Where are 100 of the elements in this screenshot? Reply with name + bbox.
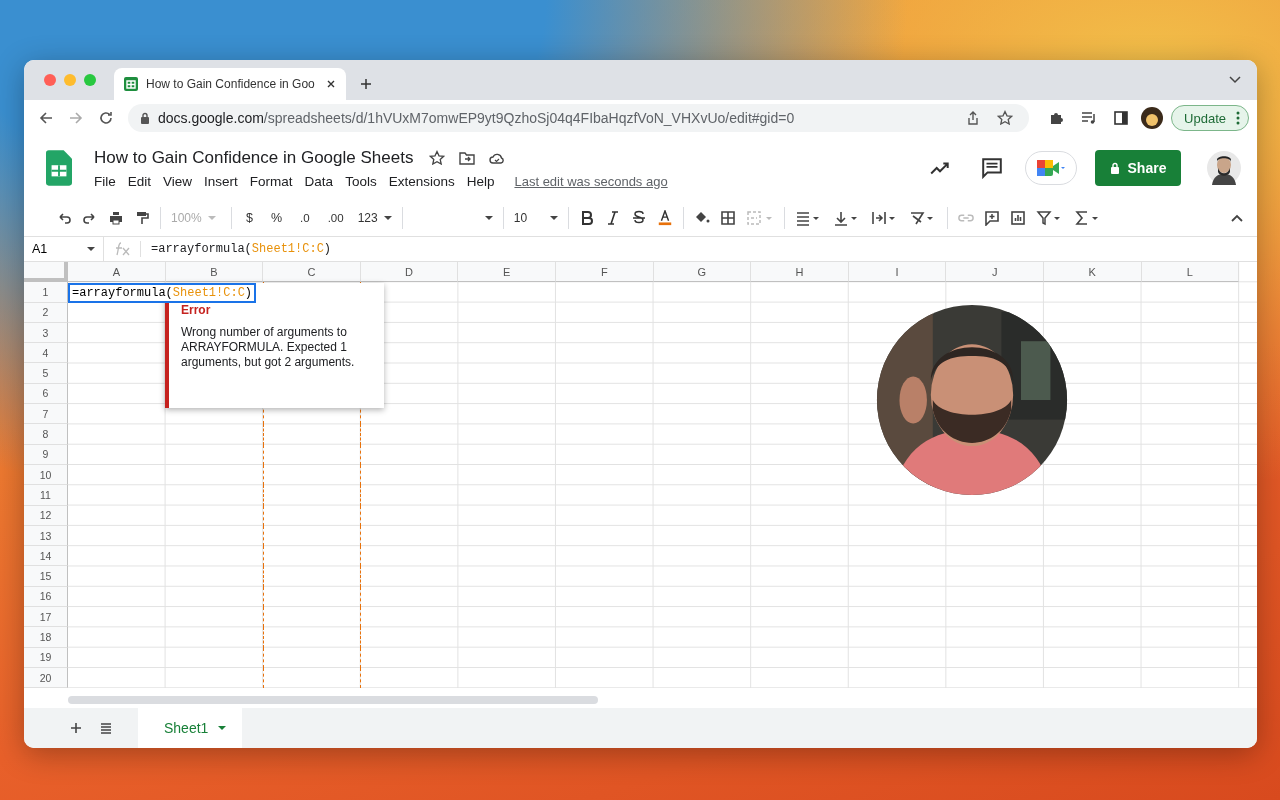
star-icon[interactable] [429, 149, 446, 166]
sheet-tab[interactable]: Sheet1 [138, 708, 243, 748]
row-header[interactable]: 17 [24, 607, 68, 628]
menu-item[interactable]: Format [249, 173, 293, 189]
row-header[interactable]: 6 [24, 383, 68, 405]
menu-item[interactable]: View [163, 173, 193, 189]
row-header[interactable]: 4 [24, 343, 68, 364]
text-color-icon[interactable] [656, 210, 673, 226]
lock-icon [140, 112, 150, 124]
add-sheet-icon[interactable] [70, 722, 82, 734]
menu-item[interactable]: Insert [204, 173, 238, 189]
video-camera-icon [1036, 158, 1066, 178]
row-header[interactable]: 14 [24, 546, 68, 567]
number-format-select[interactable]: 123 [357, 211, 392, 225]
column-header[interactable]: F [555, 262, 654, 283]
puzzle-icon[interactable] [1049, 110, 1066, 126]
column-header[interactable]: L [1141, 262, 1240, 283]
reload-icon[interactable] [98, 110, 114, 126]
star-icon[interactable] [997, 110, 1014, 126]
caret-icon [207, 216, 216, 220]
row-header[interactable]: 12 [24, 505, 68, 526]
more-icon [1236, 111, 1240, 125]
browser-tab[interactable]: How to Gain Confidence in Goo [114, 68, 346, 100]
paint-format-icon[interactable] [134, 210, 150, 226]
back-icon[interactable] [38, 110, 54, 126]
increase-decimals-button[interactable]: .00 [323, 212, 348, 224]
decrease-decimals-button[interactable]: .0 [296, 212, 314, 224]
print-icon[interactable] [108, 210, 124, 226]
update-button[interactable]: Update [1171, 105, 1249, 131]
column-header[interactable]: J [946, 262, 1044, 283]
folder-icon[interactable] [459, 149, 476, 166]
side-panel-icon[interactable] [1113, 110, 1130, 126]
menu-item[interactable]: File [94, 173, 116, 189]
row-header[interactable]: 9 [24, 444, 68, 465]
row-header[interactable]: 7 [24, 404, 68, 425]
column-header[interactable]: A [68, 262, 166, 283]
media-icon[interactable] [1081, 110, 1098, 126]
column-header[interactable]: B [165, 262, 264, 283]
column-header[interactable]: K [1043, 262, 1142, 283]
all-sheets-icon[interactable] [100, 722, 112, 734]
redo-icon[interactable] [82, 210, 98, 226]
row-header[interactable]: 20 [24, 667, 68, 689]
column-header[interactable]: G [653, 262, 752, 283]
row-header[interactable]: 16 [24, 586, 68, 608]
caret-icon [218, 726, 227, 730]
menu-item[interactable]: Tools [345, 173, 377, 189]
caret-icon [549, 216, 558, 220]
row-header[interactable]: 8 [24, 424, 68, 445]
close-icon[interactable] [326, 79, 336, 89]
column-header[interactable]: H [751, 262, 849, 283]
tab-title: How to Gain Confidence in Goo [146, 77, 316, 91]
new-tab-icon[interactable] [360, 78, 372, 90]
cell-editor[interactable]: =arrayformula(Sheet1!C:C) [68, 283, 257, 303]
profile-avatar-icon[interactable] [1141, 107, 1164, 129]
comment-icon[interactable] [981, 157, 1003, 179]
column-header[interactable]: I [848, 262, 947, 283]
percent-format-button[interactable]: % [266, 211, 287, 225]
caret-icon [484, 216, 493, 220]
column-header[interactable]: E [458, 262, 556, 283]
row-header[interactable]: 19 [24, 647, 68, 668]
row-header[interactable]: 3 [24, 322, 68, 344]
chart-icon[interactable] [1009, 210, 1026, 226]
row-header[interactable]: 18 [24, 627, 68, 648]
column-header[interactable]: C [263, 262, 361, 283]
strikethrough-icon[interactable] [630, 210, 647, 226]
share-button[interactable]: Share [1095, 150, 1181, 186]
column-header[interactable]: D [360, 262, 459, 283]
sheets-logo-icon [46, 150, 72, 186]
menu-item[interactable]: Extensions [388, 173, 455, 189]
meet-button[interactable] [1025, 151, 1077, 185]
error-title: Error [181, 303, 212, 317]
caret-icon [87, 247, 95, 251]
address-bar[interactable]: docs.google.com/spreadsheets/d/1hVUxM7omwEP9yt9QzhoSj04q4FIbaHqzfVoN_VHXvUo/edit#gid=0 [128, 104, 1030, 132]
sheets-icon [124, 77, 138, 91]
insert-comment-icon[interactable] [983, 210, 1000, 226]
undo-icon[interactable] [56, 210, 72, 226]
row-header[interactable]: 11 [24, 485, 68, 506]
user-avatar-icon[interactable] [1207, 151, 1241, 185]
menu-item[interactable]: Help [466, 173, 495, 189]
row-header[interactable]: 5 [24, 363, 68, 384]
currency-format-button[interactable]: $ [242, 211, 257, 225]
lock-icon [1109, 162, 1120, 174]
last-edit-link[interactable]: Last edit was seconds ago [514, 173, 668, 189]
row-header[interactable]: 1 [24, 282, 68, 303]
error-message: Wrong number of arguments to ARRAYFORMULA. Expected 1 arguments, but got 2 arguments. [181, 325, 356, 370]
formula-input[interactable]: =arrayformula(Sheet1!C:C) [151, 242, 332, 256]
url-text: docs.google.com/spreadsheets/d/1hVUxM7omwEP9yt9QzhoSj04q4FIbaHqzfVoN_VHXvUo/edit#gid=0 [158, 110, 795, 126]
row-header[interactable]: 15 [24, 566, 68, 587]
font-size-select[interactable]: 10 [513, 211, 558, 225]
row-header[interactable]: 13 [24, 525, 68, 547]
row-header[interactable]: 10 [24, 464, 68, 486]
name-box[interactable]: A1 [24, 237, 104, 261]
menu-item[interactable]: Data [304, 173, 334, 189]
menu-item[interactable]: Edit [127, 173, 152, 189]
row-header[interactable]: 2 [24, 302, 68, 323]
horizontal-scrollbar[interactable] [68, 696, 598, 704]
borders-icon[interactable] [719, 210, 736, 226]
merge-cells-icon[interactable] [745, 210, 774, 226]
document-title[interactable]: How to Gain Confidence in Google Sheets [94, 147, 414, 168]
chevron-down-icon[interactable] [1229, 76, 1241, 84]
